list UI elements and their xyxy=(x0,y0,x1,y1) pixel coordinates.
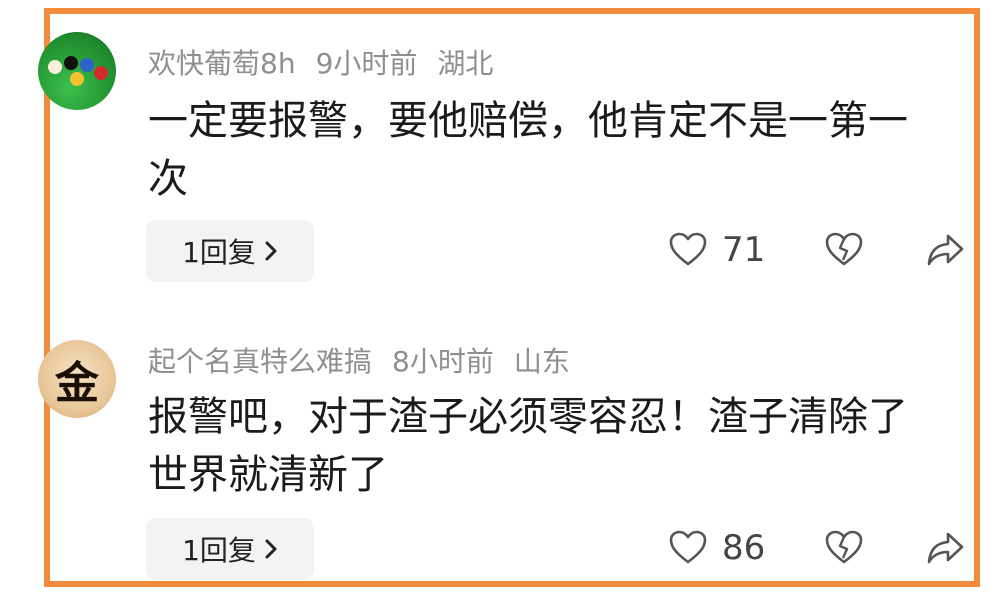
location: 湖北 xyxy=(437,47,494,80)
share-button[interactable] xyxy=(926,232,966,268)
comment-text-line: 报警吧，对于渣子必须零容忍！渣子清除了 xyxy=(148,394,908,440)
timestamp: 9小时前 xyxy=(315,47,418,80)
dislike-button[interactable] xyxy=(824,230,864,270)
share-icon xyxy=(927,234,964,266)
ball-icon xyxy=(80,58,94,72)
reply-button[interactable]: 1回复 xyxy=(146,220,314,282)
reply-label: 1回复 xyxy=(182,534,256,567)
comment-text: 报警吧，对于渣子必须零容忍！渣子清除了 世界就清新了 xyxy=(148,388,968,504)
username[interactable]: 欢快葡萄8h xyxy=(148,47,296,80)
like-count: 86 xyxy=(722,528,766,568)
share-button[interactable] xyxy=(926,530,966,566)
like-count: 71 xyxy=(722,230,766,270)
ball-icon xyxy=(48,60,62,74)
reply-button[interactable]: 1回复 xyxy=(146,518,314,580)
avatar[interactable]: 金 xyxy=(38,340,116,418)
username[interactable]: 起个名真特么难搞 xyxy=(148,345,372,378)
heart-icon xyxy=(669,232,707,266)
share-icon xyxy=(927,532,964,564)
chevron-right-icon xyxy=(265,539,277,559)
comment-meta: 起个名真特么难搞 8小时前 山东 xyxy=(148,340,590,380)
location: 山东 xyxy=(513,345,570,378)
timestamp: 8小时前 xyxy=(392,345,494,378)
avatar[interactable] xyxy=(38,32,116,110)
dislike-heart-icon xyxy=(825,530,863,564)
chevron-right-icon xyxy=(265,241,277,261)
dislike-button[interactable] xyxy=(824,528,864,568)
gold-character-icon: 金 xyxy=(55,358,99,409)
ball-icon xyxy=(70,72,84,86)
ball-icon xyxy=(64,56,78,70)
dislike-heart-icon xyxy=(825,232,863,266)
comment-text: 一定要报警，要他赔偿，他肯定不是一第一 次 xyxy=(148,92,968,208)
comment-text-line: 一定要报警，要他赔偿，他肯定不是一第一 xyxy=(148,98,908,144)
heart-icon xyxy=(669,530,707,564)
comment-text-line: 次 xyxy=(148,156,188,202)
comment-text-line: 世界就清新了 xyxy=(148,452,388,498)
comment-meta: 欢快葡萄8h 9小时前 湖北 xyxy=(148,42,513,82)
reply-label: 1回复 xyxy=(182,236,256,269)
ball-icon xyxy=(94,66,108,80)
like-button[interactable]: 86 xyxy=(668,528,765,568)
like-button[interactable]: 71 xyxy=(668,230,765,270)
